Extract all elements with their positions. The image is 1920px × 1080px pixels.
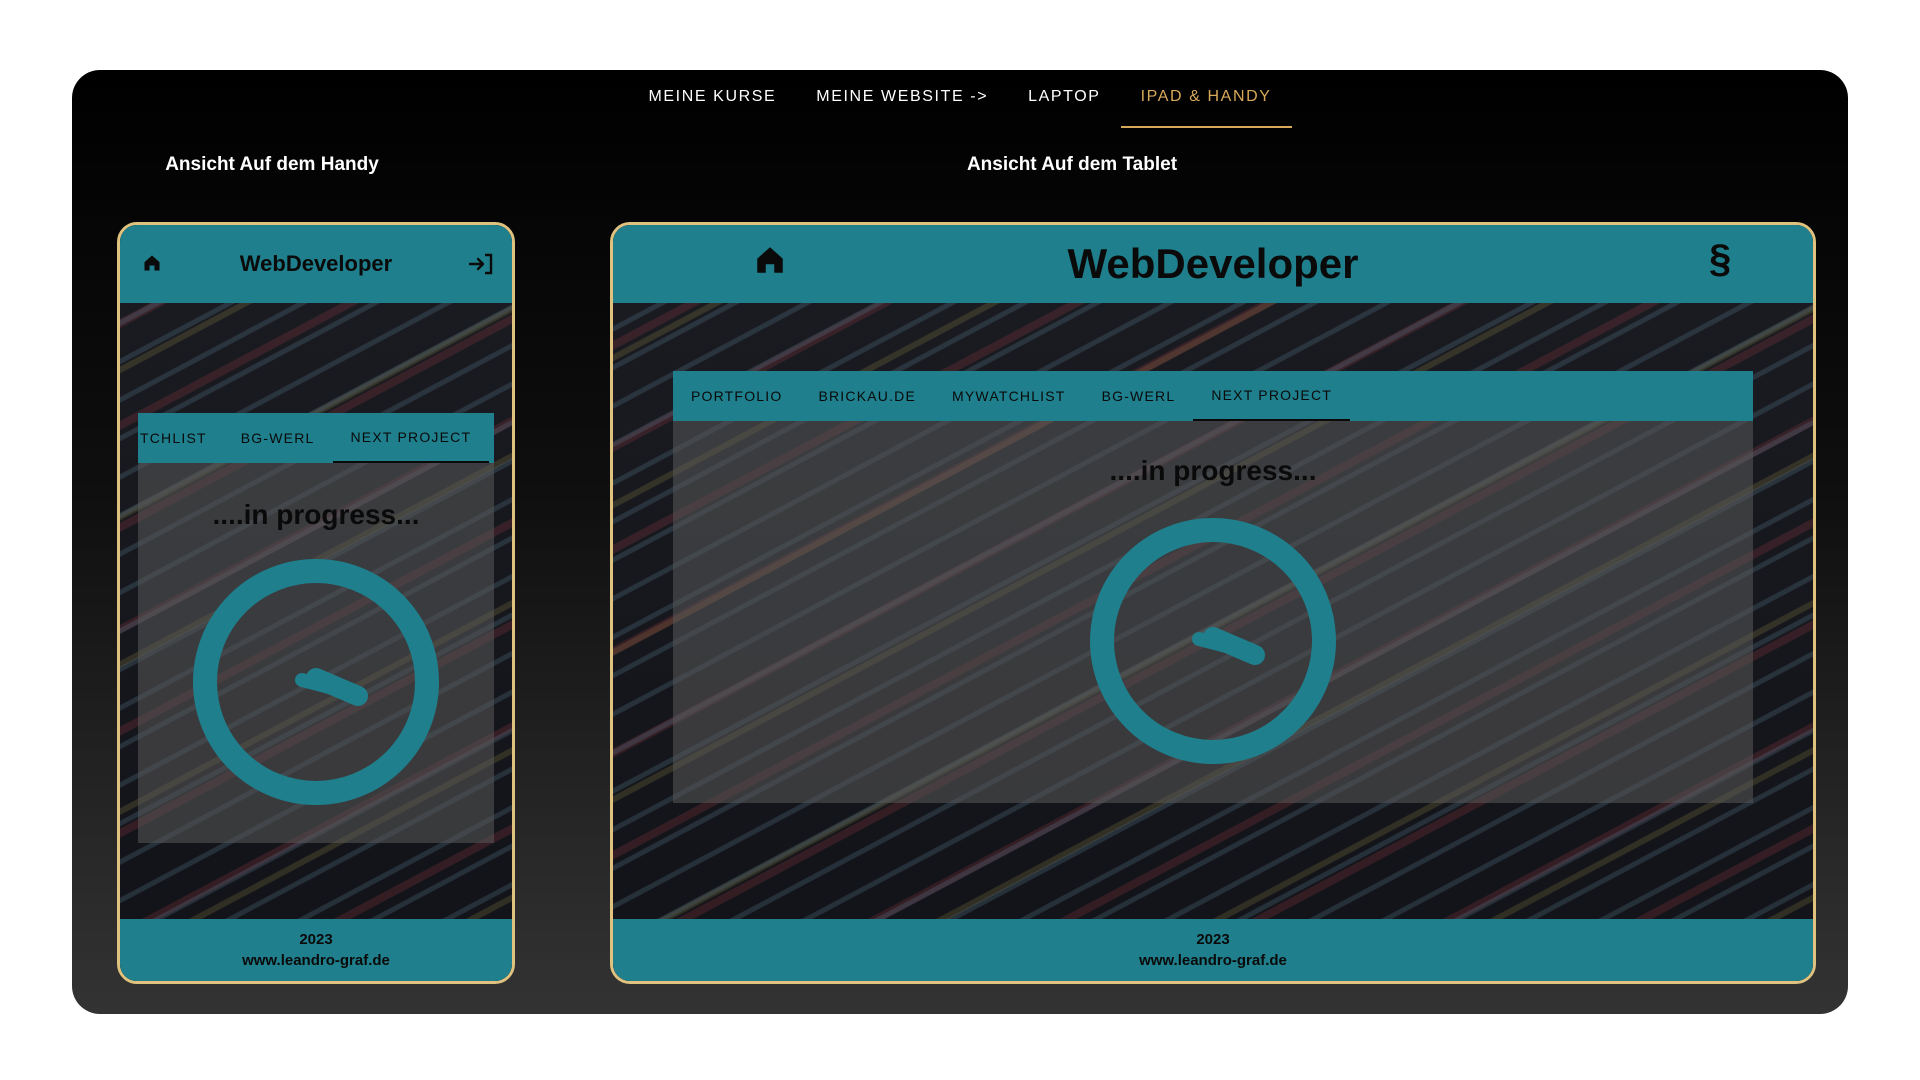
phone-mockup: WebDeveloper TCHLIST BG-WERL NEXT PROJEC… — [117, 222, 515, 984]
footer-year: 2023 — [299, 931, 333, 948]
tablet-brand: WebDeveloper — [1067, 240, 1359, 287]
tablet-footer: 2023 www.leandro-graf.de — [613, 919, 1813, 981]
tab-next-project[interactable]: NEXT PROJECT — [1193, 371, 1351, 421]
tablet-content-panel: PORTFOLIO BRICKAU.DE MYWATCHLIST BG-WERL… — [673, 371, 1753, 803]
footer-year: 2023 — [1196, 931, 1230, 948]
top-navigation: MEINE KURSE MEINE WEBSITE -> LAPTOP IPAD… — [72, 70, 1848, 130]
phone-tabs: TCHLIST BG-WERL NEXT PROJECT — [138, 413, 494, 463]
tablet-header: WebDeveloper § — [613, 225, 1813, 303]
nav-item-laptop[interactable]: LAPTOP — [1008, 70, 1120, 128]
clock-icon — [193, 559, 439, 805]
screen-frame: MEINE KURSE MEINE WEBSITE -> LAPTOP IPAD… — [72, 70, 1848, 1014]
tab-mywatchlist[interactable]: MYWATCHLIST — [934, 371, 1084, 421]
nav-item-ipad-handy[interactable]: IPAD & HANDY — [1120, 70, 1292, 128]
progress-text: ....in progress... — [212, 499, 420, 530]
logout-icon[interactable] — [468, 252, 494, 276]
tab-portfolio[interactable]: PORTFOLIO — [673, 371, 800, 421]
phone-brand: WebDeveloper — [239, 251, 393, 276]
section-sign-icon[interactable]: § — [1709, 237, 1731, 282]
phone-header: WebDeveloper — [120, 225, 512, 303]
phone-section-title: Ansicht Auf dem Handy — [165, 154, 379, 175]
tablet-section-title: Ansicht Auf dem Tablet — [966, 154, 1178, 175]
nav-item-meine-kurse[interactable]: MEINE KURSE — [628, 70, 796, 128]
footer-url[interactable]: www.leandro-graf.de — [1139, 952, 1287, 969]
tab-watchlist[interactable]: TCHLIST — [138, 413, 223, 463]
tab-bg-werl[interactable]: BG-WERL — [1084, 371, 1194, 421]
footer-url[interactable]: www.leandro-graf.de — [242, 952, 390, 969]
tablet-tabs: PORTFOLIO BRICKAU.DE MYWATCHLIST BG-WERL… — [673, 371, 1753, 421]
tab-brickau[interactable]: BRICKAU.DE — [800, 371, 934, 421]
tab-next-project[interactable]: NEXT PROJECT — [332, 413, 490, 463]
nav-item-meine-website[interactable]: MEINE WEBSITE -> — [796, 70, 1008, 128]
home-icon[interactable] — [753, 243, 787, 277]
phone-content-panel: TCHLIST BG-WERL NEXT PROJECT ....in prog… — [138, 413, 494, 843]
phone-footer: 2023 www.leandro-graf.de — [120, 919, 512, 981]
tab-bg-werl[interactable]: BG-WERL — [223, 413, 333, 463]
home-icon[interactable] — [142, 253, 162, 273]
tablet-mockup: WebDeveloper § PORTFOLIO BRICKAU.DE MYWA… — [610, 222, 1816, 984]
progress-text: ....in progress... — [1109, 455, 1317, 486]
clock-icon — [1090, 518, 1336, 764]
